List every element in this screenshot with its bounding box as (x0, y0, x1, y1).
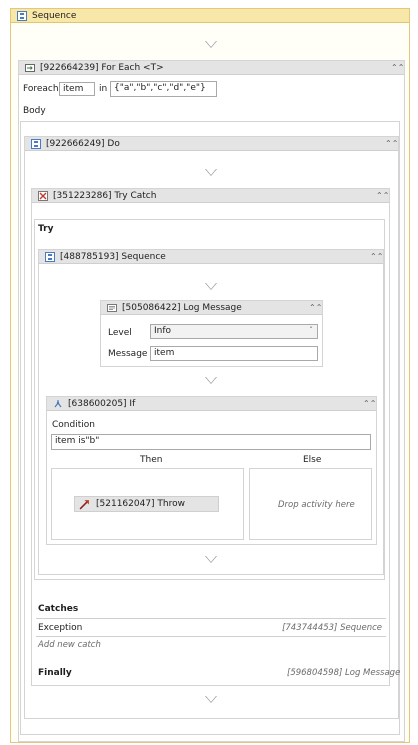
if-header[interactable]: [638600205] If ⌃⌃ (47, 397, 376, 411)
log-level-value: Info (154, 326, 172, 336)
if-condition-input[interactable]: item is"b" (51, 434, 371, 450)
sequence-icon (17, 10, 27, 21)
else-drop-placeholder: Drop activity here (278, 500, 355, 510)
collapse-chevron-icon[interactable]: ⌃⌃ (376, 191, 389, 200)
if-condition-label: Condition (52, 420, 95, 430)
try-label: Try (38, 224, 54, 234)
catch-row-divider (36, 636, 386, 637)
sequence-icon (31, 138, 41, 149)
catches-label: Catches (38, 604, 79, 614)
drop-arrow-icon[interactable] (205, 377, 217, 385)
log-level-label: Level (108, 328, 132, 338)
log-message-label: Message (108, 349, 148, 359)
drop-arrow-icon[interactable] (205, 41, 217, 49)
try-catch-icon (38, 190, 48, 201)
inner-sequence-title: [488785193] Sequence (60, 251, 166, 262)
if-icon (54, 399, 62, 407)
log-level-select[interactable]: Info ˇ (150, 324, 318, 339)
throw-activity[interactable]: [521162047] Throw (74, 496, 219, 512)
foreach-collection-input[interactable]: {"a","b","c","d","e"} (110, 81, 217, 97)
foreach-icon (25, 63, 35, 72)
finally-handler-label[interactable]: [596804598] Log Message (287, 668, 400, 678)
chevron-down-icon: ˇ (309, 326, 313, 335)
exception-catch-row[interactable]: Exception [743744453] Sequence (36, 619, 386, 637)
collapse-chevron-icon[interactable]: ⌃⌃ (391, 63, 404, 72)
do-header[interactable]: [922666249] Do ⌃⌃ (25, 137, 398, 151)
log-message-header[interactable]: [505086422] Log Message ⌃⌃ (101, 301, 322, 315)
foreach-in-label: in (99, 84, 108, 94)
if-else-label: Else (303, 455, 322, 465)
do-title: [922666249] Do (46, 138, 120, 149)
collapse-chevron-icon[interactable]: ⌃⌃ (309, 303, 322, 312)
collapse-chevron-icon[interactable]: ⌃⌃ (363, 399, 376, 408)
foreach-header[interactable]: [922664239] For Each <T> ⌃⌃ (19, 61, 404, 75)
throw-icon (79, 499, 89, 509)
collapse-chevron-icon[interactable]: ⌃⌃ (370, 252, 383, 261)
foreach-label: Foreach (23, 84, 59, 94)
log-message-title: [505086422] Log Message (122, 302, 242, 313)
log-message-icon (107, 303, 117, 312)
throw-title: [521162047] Throw (96, 499, 185, 509)
collapse-chevron-icon[interactable]: ⌃⌃ (385, 139, 398, 148)
exception-handler-label: [743744453] Sequence (282, 623, 382, 633)
sequence-icon (45, 251, 55, 262)
add-new-catch-link[interactable]: Add new catch (38, 640, 101, 650)
if-then-label: Then (140, 455, 163, 465)
inner-sequence-header[interactable]: [488785193] Sequence ⌃⌃ (39, 250, 383, 264)
drop-arrow-icon[interactable] (205, 283, 217, 291)
drop-arrow-icon[interactable] (205, 696, 217, 704)
try-catch-header[interactable]: [351223286] Try Catch ⌃⌃ (32, 189, 389, 203)
drop-arrow-icon[interactable] (205, 169, 217, 177)
drop-arrow-icon[interactable] (205, 556, 217, 564)
if-title: [638600205] If (68, 398, 136, 409)
exception-type-label: Exception (38, 623, 83, 633)
try-catch-title: [351223286] Try Catch (53, 190, 157, 201)
outer-sequence-title: Sequence (32, 10, 77, 21)
foreach-body-label: Body (23, 106, 46, 116)
outer-sequence-header[interactable]: Sequence (11, 9, 409, 23)
foreach-item-input[interactable]: item (59, 82, 95, 96)
log-message-input[interactable]: item (150, 346, 318, 361)
finally-label: Finally (38, 668, 72, 678)
foreach-title: [922664239] For Each <T> (40, 62, 164, 73)
